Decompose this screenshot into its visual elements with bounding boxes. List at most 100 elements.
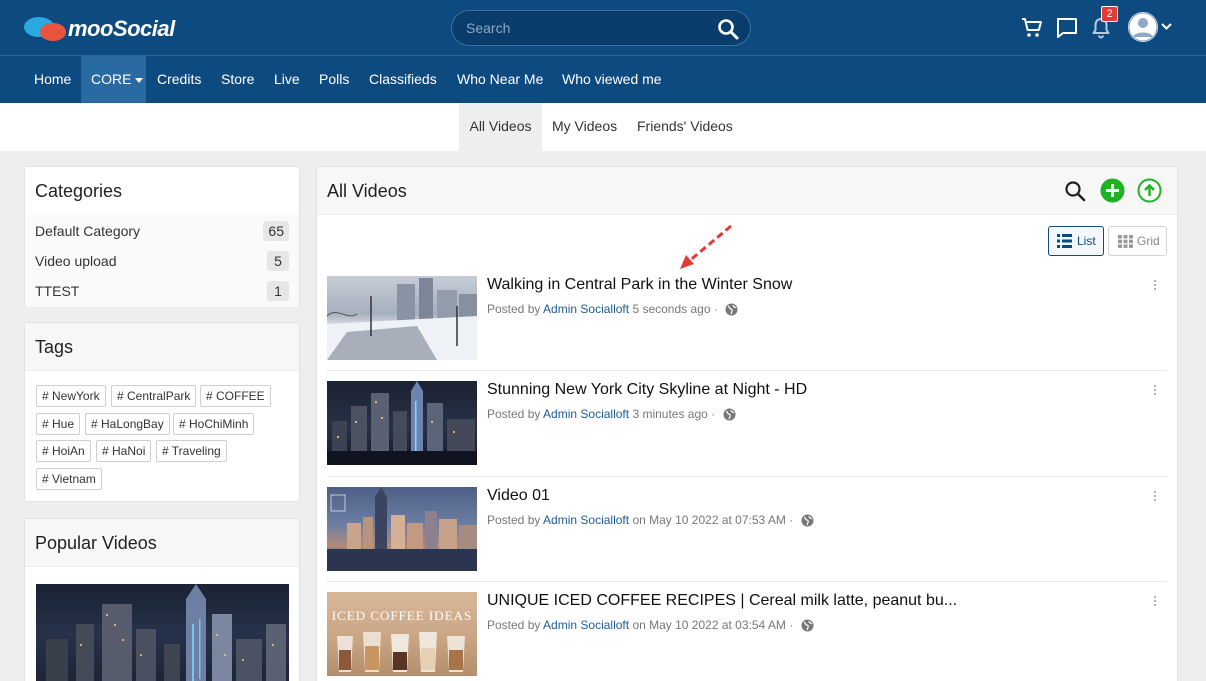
video-meta: Posted by Admin Socialloft on May 10 202… — [487, 618, 814, 632]
globe-privacy-icon — [723, 408, 736, 421]
tag-traveling[interactable]: # Traveling — [156, 440, 227, 462]
nav-item-who-viewed-me[interactable]: Who viewed me — [562, 56, 662, 103]
categories-title: Categories — [35, 181, 123, 201]
author-link[interactable]: Admin Socialloft — [543, 407, 629, 421]
upload-video-icon[interactable] — [1137, 178, 1162, 203]
nav-item-credits[interactable]: Credits — [157, 56, 201, 103]
annotation-arrow — [680, 224, 732, 269]
globe-privacy-icon — [725, 303, 738, 316]
chevron-down-icon[interactable] — [1161, 23, 1172, 31]
author-link[interactable]: Admin Socialloft — [543, 513, 629, 527]
notification-count-badge: 2 — [1101, 6, 1118, 22]
video-options-icon[interactable] — [1152, 596, 1158, 610]
grid-view-button[interactable]: Grid — [1108, 226, 1167, 256]
search-icon[interactable] — [716, 17, 740, 41]
category-label: TTEST — [35, 283, 80, 299]
video-thumbnail[interactable] — [327, 487, 477, 571]
nav-item-home[interactable]: Home — [34, 56, 71, 103]
row-divider — [327, 476, 1167, 477]
add-video-icon[interactable] — [1100, 178, 1125, 203]
video-meta: Posted by Admin Socialloft 3 minutes ago… — [487, 407, 736, 421]
tag-hoian[interactable]: # HoiAn — [36, 440, 91, 462]
tab-all-videos[interactable]: All Videos — [459, 103, 542, 151]
categories-header: Categories — [25, 167, 299, 215]
popular-videos-header: Popular Videos — [25, 519, 299, 567]
tag-hanoi[interactable]: # HaNoi — [96, 440, 152, 462]
video-title-link[interactable]: Video 01 — [487, 487, 550, 505]
city-waterfront-image — [327, 487, 477, 571]
category-count: 1 — [267, 281, 289, 301]
tags-card: Tags # NewYork # CentralPark # COFFEE # … — [24, 322, 300, 502]
author-link[interactable]: Admin Socialloft — [543, 302, 629, 316]
row-divider — [327, 370, 1167, 371]
nav-item-store[interactable]: Store — [221, 56, 254, 103]
meta-separator: · — [711, 407, 716, 421]
city-skyline-image — [46, 584, 286, 681]
globe-privacy-icon — [801, 514, 814, 527]
list-view-label: List — [1077, 234, 1096, 248]
nav-item-classifieds[interactable]: Classifieds — [369, 56, 437, 103]
meta-separator: · — [789, 513, 794, 527]
video-options-icon[interactable] — [1152, 491, 1158, 505]
video-time: 3 minutes ago — [632, 407, 708, 421]
category-item-default[interactable]: Default Category 65 — [35, 218, 289, 244]
row-divider — [327, 581, 1167, 582]
tab-friends-videos[interactable]: Friends' Videos — [637, 103, 733, 151]
search-box — [451, 10, 751, 46]
video-meta: Posted by Admin Socialloft on May 10 202… — [487, 513, 814, 527]
tag-vietnam[interactable]: # Vietnam — [36, 468, 102, 490]
tag-coffee[interactable]: # COFFEE — [200, 385, 271, 407]
popular-video-thumbnail[interactable] — [36, 584, 289, 681]
nav-item-polls[interactable]: Polls — [319, 56, 349, 103]
tag-halongbay[interactable]: # HaLongBay — [85, 413, 170, 435]
category-count: 65 — [263, 221, 289, 241]
posted-by-label: Posted by — [487, 302, 541, 316]
video-options-icon[interactable] — [1152, 385, 1158, 399]
meta-separator: · — [713, 302, 718, 316]
user-avatar[interactable] — [1128, 12, 1158, 42]
video-thumbnail[interactable]: ICED COFFEE IDEAS — [327, 592, 477, 676]
video-time: on May 10 2022 at 03:54 AM — [632, 618, 786, 632]
category-label: Video upload — [35, 253, 117, 269]
chat-icon[interactable] — [1055, 16, 1079, 40]
tag-newyork[interactable]: # NewYork — [36, 385, 106, 407]
iced-coffee-image — [337, 632, 465, 672]
author-link[interactable]: Admin Socialloft — [543, 618, 629, 632]
nav-item-who-near-me[interactable]: Who Near Me — [457, 56, 543, 103]
grid-view-label: Grid — [1137, 234, 1160, 248]
meta-separator: · — [789, 618, 794, 632]
night-skyline-image — [327, 381, 477, 465]
tag-hochiminh[interactable]: # HoChiMinh — [173, 413, 255, 435]
all-videos-header: All Videos — [317, 167, 1177, 215]
shopping-cart-icon[interactable] — [1020, 16, 1044, 40]
search-input[interactable] — [466, 11, 706, 45]
list-icon — [1057, 234, 1072, 248]
video-thumbnail[interactable] — [327, 276, 477, 360]
video-subtabs: All Videos My Videos Friends' Videos — [0, 103, 1206, 151]
tab-my-videos[interactable]: My Videos — [552, 103, 617, 151]
nav-item-live[interactable]: Live — [274, 56, 300, 103]
top-header: mooSocial 2 — [0, 0, 1206, 56]
video-title-link[interactable]: Walking in Central Park in the Winter Sn… — [487, 276, 792, 294]
search-videos-icon[interactable] — [1064, 180, 1086, 202]
video-title-link[interactable]: UNIQUE ICED COFFEE RECIPES | Cereal milk… — [487, 592, 957, 610]
posted-by-label: Posted by — [487, 618, 541, 632]
category-count: 5 — [267, 251, 289, 271]
logo-bubbles-icon — [24, 15, 70, 43]
video-title-link[interactable]: Stunning New York City Skyline at Night … — [487, 381, 807, 399]
video-meta: Posted by Admin Socialloft 5 seconds ago… — [487, 302, 738, 316]
tag-centralpark[interactable]: # CentralPark — [111, 385, 197, 407]
all-videos-title: All Videos — [327, 181, 407, 201]
video-options-icon[interactable] — [1152, 280, 1158, 294]
video-time: on May 10 2022 at 07:53 AM — [632, 513, 786, 527]
tags-header: Tags — [25, 323, 299, 371]
categories-card: Categories Default Category 65 Video upl… — [24, 166, 300, 307]
nav-item-core[interactable]: CORE — [81, 56, 146, 103]
video-thumbnail[interactable] — [327, 381, 477, 465]
grid-icon — [1118, 235, 1133, 248]
category-item-video-upload[interactable]: Video upload 5 — [35, 248, 289, 274]
category-item-ttest[interactable]: TTEST 1 — [35, 278, 289, 304]
tag-hue[interactable]: # Hue — [36, 413, 81, 435]
list-view-button[interactable]: List — [1048, 226, 1104, 256]
site-logo[interactable]: mooSocial — [24, 14, 175, 44]
